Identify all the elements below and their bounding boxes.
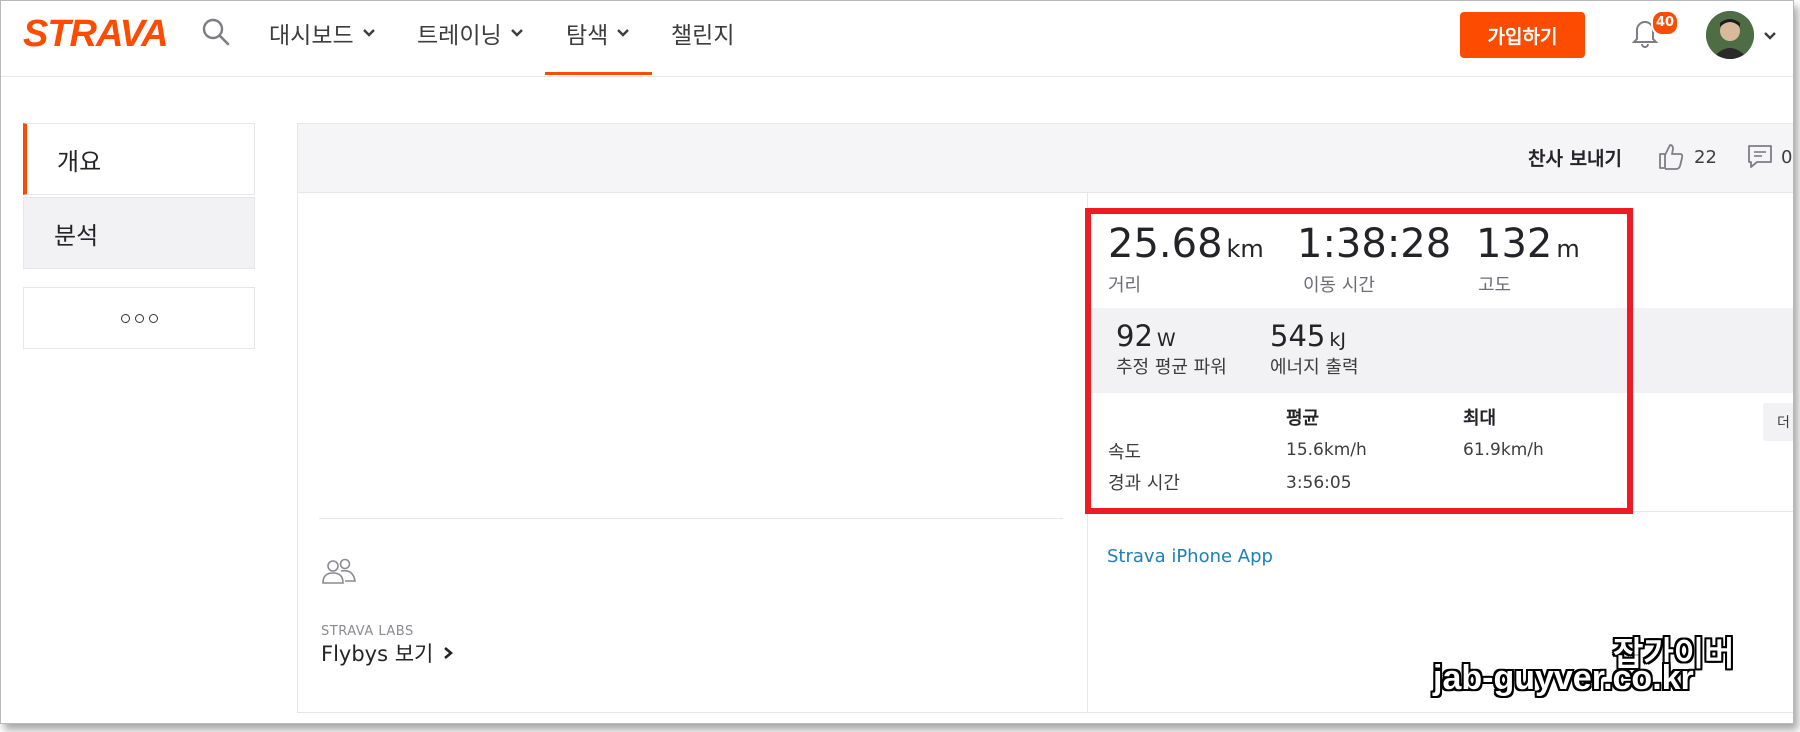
- nav-challenges[interactable]: 챌린지: [671, 15, 734, 51]
- highlight-box: [1085, 208, 1633, 514]
- comment-count[interactable]: 0: [1781, 147, 1792, 168]
- comment-icon[interactable]: [1747, 144, 1773, 170]
- section-divider: [319, 518, 1063, 519]
- nav-explore-label: 탐색: [566, 23, 609, 49]
- nav-training-label: 트레이닝: [417, 23, 502, 49]
- tab-analysis-label: 분석: [54, 221, 99, 250]
- tab-overview-label: 개요: [57, 147, 102, 176]
- nav-explore[interactable]: 탐색: [566, 15, 630, 51]
- flybys-link[interactable]: Flybys 보기: [321, 638, 454, 668]
- group-icon: [322, 558, 356, 584]
- screenshot-frame: STRAVA 대시보드 트레이닝 탐색 챌린지 가입하기 40 개요 분석 찬사…: [0, 0, 1794, 724]
- chevron-down-icon: [510, 29, 523, 37]
- chevron-down-icon[interactable]: [1763, 31, 1777, 41]
- device-link[interactable]: Strava iPhone App: [1107, 546, 1273, 567]
- kudos-count[interactable]: 22: [1694, 147, 1717, 168]
- notification-badge: 40: [1651, 10, 1679, 36]
- nav-training[interactable]: 트레이닝: [417, 15, 524, 51]
- tab-analysis[interactable]: 분석: [23, 197, 255, 269]
- more-options-button[interactable]: [23, 287, 255, 349]
- chevron-down-icon: [617, 29, 630, 37]
- strava-labs-label: STRAVA LABS: [321, 624, 414, 639]
- nav-dashboard-label: 대시보드: [269, 23, 354, 49]
- strava-logo[interactable]: STRAVA: [23, 13, 169, 56]
- signup-button[interactable]: 가입하기: [1460, 12, 1585, 58]
- chevron-down-icon: [362, 29, 375, 37]
- top-nav-bar: STRAVA 대시보드 트레이닝 탐색 챌린지 가입하기 40: [1, 1, 1793, 77]
- side-edge-button[interactable]: 더: [1763, 403, 1793, 441]
- avatar[interactable]: [1706, 11, 1754, 59]
- give-kudos-button[interactable]: 찬사 보내기: [1528, 144, 1622, 171]
- chevron-right-icon: [444, 647, 454, 659]
- more-dots-icon: [120, 313, 130, 323]
- avatar-photo: [1706, 11, 1754, 59]
- flybys-label: Flybys 보기: [321, 642, 434, 666]
- tab-overview[interactable]: 개요: [23, 123, 255, 195]
- nav-challenges-label: 챌린지: [671, 23, 735, 49]
- search-icon[interactable]: [201, 17, 231, 47]
- nav-active-indicator: [545, 72, 652, 75]
- more-dots-icon: [148, 313, 158, 323]
- nav-dashboard[interactable]: 대시보드: [269, 15, 376, 51]
- more-dots-icon: [134, 313, 144, 323]
- watermark-url: jab-guyver.co.kr: [1433, 659, 1694, 697]
- thumbs-up-icon[interactable]: [1657, 141, 1685, 171]
